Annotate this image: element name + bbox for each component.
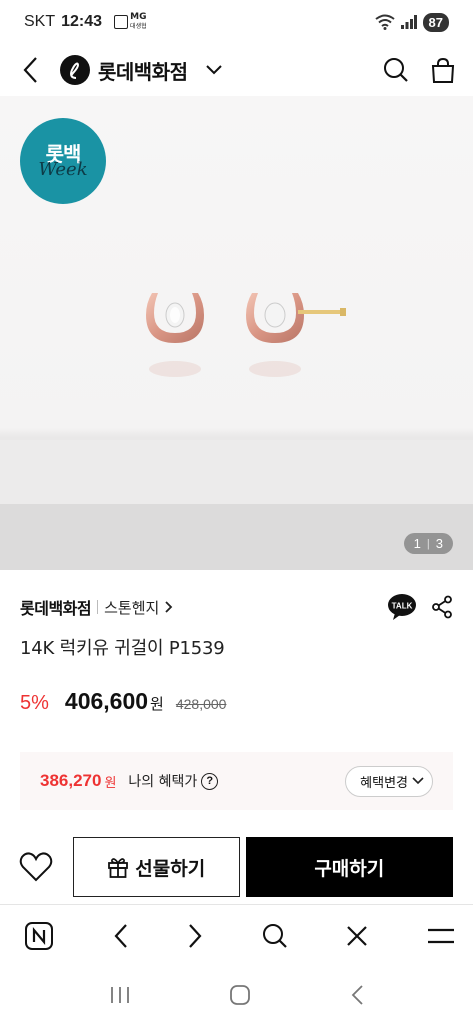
mg-notification-icon: MG 대생협 bbox=[114, 13, 147, 31]
sale-price: 406,600 bbox=[64, 688, 149, 714]
change-benefit-button[interactable]: 혜택변경 bbox=[345, 765, 433, 797]
buy-label: 구매하기 bbox=[314, 857, 385, 880]
menu-icon[interactable] bbox=[427, 927, 455, 945]
mg-sub-label: 대생협 bbox=[130, 23, 147, 30]
page-current: 1 bbox=[413, 536, 421, 551]
signal-icon bbox=[400, 15, 417, 29]
system-back-icon[interactable] bbox=[350, 984, 364, 1006]
close-icon[interactable] bbox=[346, 925, 368, 947]
browser-forward-icon[interactable] bbox=[187, 923, 203, 949]
naver-home-icon[interactable] bbox=[24, 921, 54, 951]
change-benefit-label: 혜택변경 bbox=[360, 775, 408, 791]
lotte-week-badge: 롯백 Week bbox=[20, 118, 106, 204]
browser-search-icon[interactable] bbox=[262, 923, 288, 949]
app-header: 롯데백화점 bbox=[0, 44, 473, 96]
wishlist-button[interactable] bbox=[18, 848, 55, 886]
carousel-page-indicator: 1 | 3 bbox=[403, 533, 453, 554]
lotte-logo-icon bbox=[60, 55, 90, 85]
benefit-price: 386,270 bbox=[40, 771, 102, 790]
brand-label: 스톤헨지 bbox=[104, 598, 160, 617]
brand-selector[interactable]: 롯데백화점 bbox=[60, 55, 222, 85]
chevron-left-icon bbox=[23, 57, 37, 83]
carrier-label: SKT bbox=[24, 13, 56, 30]
brand-name: 롯데백화점 bbox=[98, 59, 188, 84]
price-currency: 원 bbox=[150, 695, 164, 713]
back-button[interactable] bbox=[18, 55, 42, 85]
product-title: 14K 럭키유 귀걸이 P1539 bbox=[20, 638, 225, 659]
kakao-talk-icon[interactable]: TALK bbox=[387, 593, 417, 621]
chevron-right-icon bbox=[165, 601, 173, 613]
recent-apps-icon[interactable] bbox=[109, 985, 131, 1005]
my-benefit-price-box: 386,270 원 나의 혜택가 ? 혜택변경 bbox=[20, 752, 453, 810]
chevron-down-icon bbox=[412, 777, 424, 785]
browser-back-icon[interactable] bbox=[113, 923, 129, 949]
purchase-action-bar: 선물하기 구매하기 bbox=[0, 836, 473, 898]
price-row: 5% 406,600 원 428,000 bbox=[20, 688, 453, 715]
gift-icon bbox=[108, 858, 129, 878]
earrings-product-image bbox=[146, 293, 346, 377]
mg-label: MG bbox=[130, 12, 147, 22]
search-icon[interactable] bbox=[383, 57, 409, 83]
product-info: 롯데백화점 스톤헨지 TALK 14K 럭키유 귀걸이 P1539 5% 406… bbox=[0, 570, 473, 715]
badge-english-text: Week bbox=[38, 159, 88, 180]
benefit-label: 나의 혜택가 bbox=[128, 774, 198, 790]
browser-toolbar bbox=[0, 904, 473, 966]
help-icon[interactable]: ? bbox=[201, 772, 219, 790]
wifi-icon bbox=[374, 14, 395, 30]
system-navigation-bar bbox=[0, 966, 473, 1024]
home-icon[interactable] bbox=[229, 984, 251, 1006]
gift-button[interactable]: 선물하기 bbox=[72, 837, 240, 897]
heart-icon bbox=[20, 852, 53, 882]
benefit-currency: 원 bbox=[104, 775, 117, 791]
share-icon[interactable] bbox=[431, 595, 453, 619]
buy-button[interactable]: 구매하기 bbox=[245, 837, 453, 897]
svg-text:TALK: TALK bbox=[392, 602, 413, 611]
brand-link[interactable]: 스톤헨지 bbox=[104, 597, 173, 618]
battery-indicator: 87 bbox=[422, 12, 449, 32]
chevron-down-icon bbox=[205, 65, 222, 75]
status-bar: SKT 12:43 MG 대생협 87 bbox=[0, 0, 473, 44]
product-image-carousel[interactable]: 롯백 Week 1 | 3 bbox=[0, 96, 473, 570]
original-price: 428,000 bbox=[175, 696, 227, 712]
clock: 12:43 bbox=[61, 13, 103, 30]
page-total: 3 bbox=[435, 536, 443, 551]
seller-name[interactable]: 롯데백화점 bbox=[20, 595, 92, 619]
gift-label: 선물하기 bbox=[135, 857, 206, 880]
discount-rate: 5% bbox=[20, 692, 49, 714]
shopping-bag-icon[interactable] bbox=[431, 57, 455, 83]
